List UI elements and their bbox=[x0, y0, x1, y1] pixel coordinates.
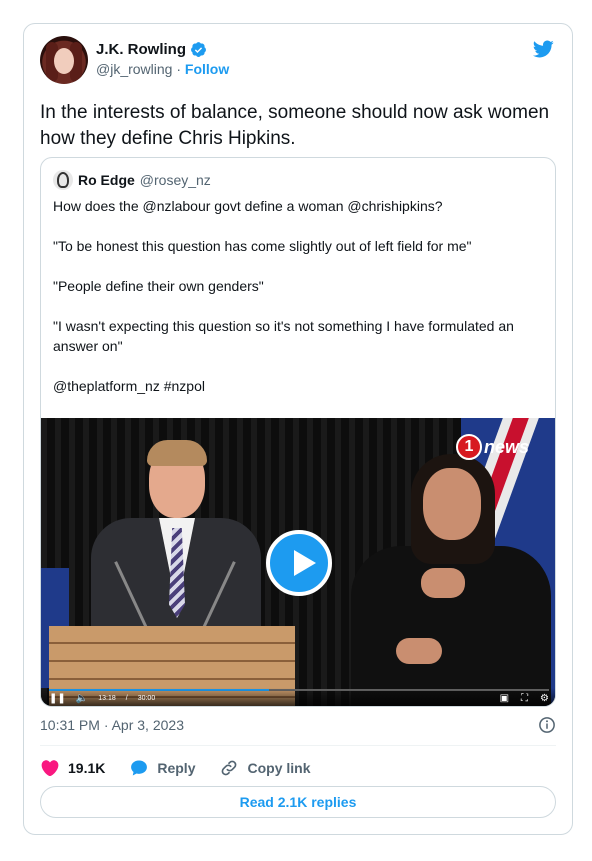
divider bbox=[40, 745, 556, 746]
author-block: J.K. Rowling @jk_rowling · Follow bbox=[96, 41, 229, 77]
quoted-tweet[interactable]: Ro Edge @rosey_nz How does the @nzlabour… bbox=[40, 157, 556, 707]
news-logo-text: news bbox=[483, 436, 529, 457]
twitter-bird-icon[interactable] bbox=[531, 38, 555, 60]
picture-in-picture-icon[interactable]: ▣ bbox=[500, 693, 509, 704]
video-time-separator: / bbox=[125, 694, 128, 702]
author-handle-row: @jk_rowling · Follow bbox=[96, 61, 229, 77]
quoted-avatar-figure bbox=[57, 172, 69, 188]
quoted-line: "I wasn't expecting this question so it'… bbox=[53, 318, 514, 354]
author-avatar[interactable] bbox=[40, 36, 88, 84]
follow-button[interactable]: Follow bbox=[185, 61, 229, 77]
quoted-text: How does the @nzlabour govt define a wom… bbox=[53, 196, 543, 416]
news-logo: 1 news bbox=[455, 434, 529, 460]
video-current-time: 13:18 bbox=[98, 694, 116, 702]
read-replies-button[interactable]: Read 2.1K replies bbox=[40, 786, 556, 818]
pause-icon[interactable]: ❚❚ bbox=[49, 693, 66, 704]
video-controls-right: ▣ ⛶ ⚙ bbox=[500, 693, 549, 704]
like-button[interactable]: 19.1K bbox=[40, 758, 105, 778]
like-count: 19.1K bbox=[68, 760, 106, 776]
video-player[interactable]: 1 news ❚❚ 🔈 13:18 / 30:00 ▣ ⛶ ⚙ bbox=[41, 418, 555, 706]
action-bar: 19.1K Reply Copy link bbox=[40, 758, 311, 778]
play-icon bbox=[294, 550, 316, 576]
video-duration: 30:00 bbox=[137, 694, 156, 702]
author-handle[interactable]: @jk_rowling bbox=[96, 61, 172, 77]
author-name[interactable]: J.K. Rowling bbox=[96, 41, 186, 58]
volume-icon[interactable]: 🔈 bbox=[76, 693, 88, 704]
interpreter-head bbox=[423, 468, 481, 540]
quoted-author-name[interactable]: Ro Edge bbox=[78, 172, 135, 188]
quoted-author-handle[interactable]: @rosey_nz bbox=[140, 172, 211, 188]
copy-link-button[interactable]: Copy link bbox=[219, 758, 311, 778]
fullscreen-icon[interactable]: ⛶ bbox=[521, 693, 528, 704]
play-button[interactable] bbox=[266, 530, 332, 596]
heart-icon bbox=[41, 760, 59, 777]
speaker-hair bbox=[147, 440, 207, 466]
video-controls: ❚❚ 🔈 13:18 / 30:00 ▣ ⛶ ⚙ bbox=[41, 688, 555, 706]
tweet-text: In the interests of balance, someone sho… bbox=[40, 102, 550, 149]
reply-button[interactable]: Reply bbox=[129, 758, 195, 778]
reply-bubble-icon bbox=[131, 760, 148, 776]
quoted-line: "To be honest this question has come sli… bbox=[53, 238, 472, 254]
tweet-card: J.K. Rowling @jk_rowling · Follow In the… bbox=[23, 23, 573, 835]
verified-badge-icon bbox=[191, 42, 206, 57]
quoted-avatar[interactable] bbox=[53, 170, 73, 190]
copy-link-label: Copy link bbox=[247, 760, 311, 776]
reply-label: Reply bbox=[157, 760, 196, 776]
quoted-header: Ro Edge @rosey_nz bbox=[53, 170, 211, 190]
quoted-line: "People define their own genders" bbox=[53, 278, 264, 294]
settings-gear-icon[interactable]: ⚙ bbox=[540, 693, 549, 704]
handle-separator: · bbox=[176, 61, 182, 77]
news-logo-number: 1 bbox=[455, 434, 482, 460]
quoted-line: How does the @nzlabour govt define a wom… bbox=[53, 198, 443, 214]
interpreter-hand bbox=[421, 568, 465, 598]
info-icon[interactable] bbox=[538, 716, 556, 734]
interpreter-hand bbox=[396, 638, 442, 664]
link-icon bbox=[222, 760, 237, 776]
avatar-face bbox=[54, 48, 74, 74]
tweet-timestamp[interactable]: 10:31 PM · Apr 3, 2023 bbox=[40, 717, 184, 733]
author-name-row: J.K. Rowling bbox=[96, 41, 229, 58]
quoted-line: @theplatform_nz #nzpol bbox=[53, 378, 205, 394]
